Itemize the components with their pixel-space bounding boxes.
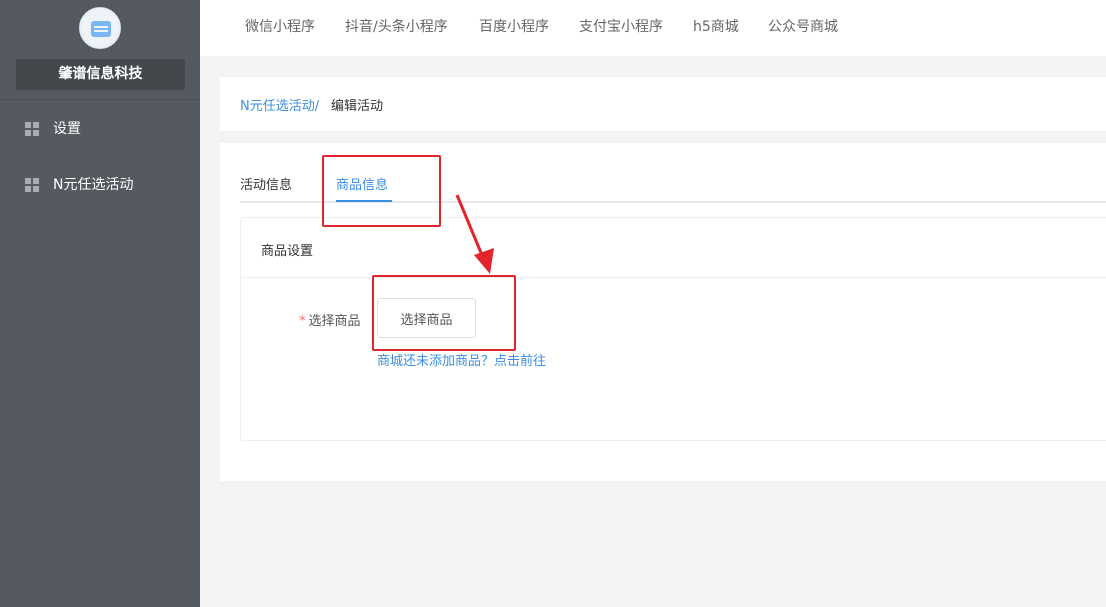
tab-activity-info[interactable]: 活动信息 xyxy=(240,174,292,193)
sidebar-item-n-yuan-activity[interactable]: N元任选活动 xyxy=(0,165,200,205)
breadcrumb-current: 编辑活动 xyxy=(331,99,384,114)
tab-alipay-miniprogram[interactable]: 支付宝小程序 xyxy=(579,0,663,56)
breadcrumb-parent-link[interactable]: N元任选活动/ xyxy=(240,95,319,114)
sidebar: 肇谱信息科技 设置 N元任选活动 xyxy=(0,0,200,607)
annotation-box-tab xyxy=(322,155,441,227)
field-label-text: 选择商品 xyxy=(308,314,361,329)
logo xyxy=(79,7,121,49)
tab-h5-mall[interactable]: h5商城 xyxy=(693,0,739,56)
tab-wechat-miniprogram[interactable]: 微信小程序 xyxy=(245,0,315,56)
panel-title: 商品设置 xyxy=(261,244,314,259)
required-mark: * xyxy=(299,314,306,329)
breadcrumb: N元任选活动/ 编辑活动 xyxy=(220,77,1106,131)
panel-header: 商品设置 xyxy=(241,218,1106,278)
annotation-arrow-icon xyxy=(455,194,494,274)
grid-icon xyxy=(25,178,39,192)
select-product-label: * 选择商品 xyxy=(299,310,361,329)
grid-icon xyxy=(25,122,39,136)
brand-name: 肇谱信息科技 xyxy=(16,59,185,90)
annotation-box-button xyxy=(372,275,516,351)
add-product-link[interactable]: 商城还未添加商品？点击前往 xyxy=(377,350,546,369)
shop-logo-icon xyxy=(91,21,111,37)
sidebar-item-label: 设置 xyxy=(53,121,81,137)
tab-douyin-miniprogram[interactable]: 抖音/头条小程序 xyxy=(345,0,448,56)
product-settings-panel: 商品设置 * 选择商品 选择商品 商城还未添加商品？点击前往 xyxy=(240,217,1106,441)
sidebar-item-settings[interactable]: 设置 xyxy=(0,109,200,149)
tab-official-account-mall[interactable]: 公众号商城 xyxy=(768,0,838,56)
tab-baidu-miniprogram[interactable]: 百度小程序 xyxy=(479,0,549,56)
top-nav: 微信小程序 抖音/头条小程序 百度小程序 支付宝小程序 h5商城 公众号商城 xyxy=(200,0,1106,56)
sidebar-divider xyxy=(0,99,200,100)
sidebar-item-label: N元任选活动 xyxy=(53,177,134,193)
